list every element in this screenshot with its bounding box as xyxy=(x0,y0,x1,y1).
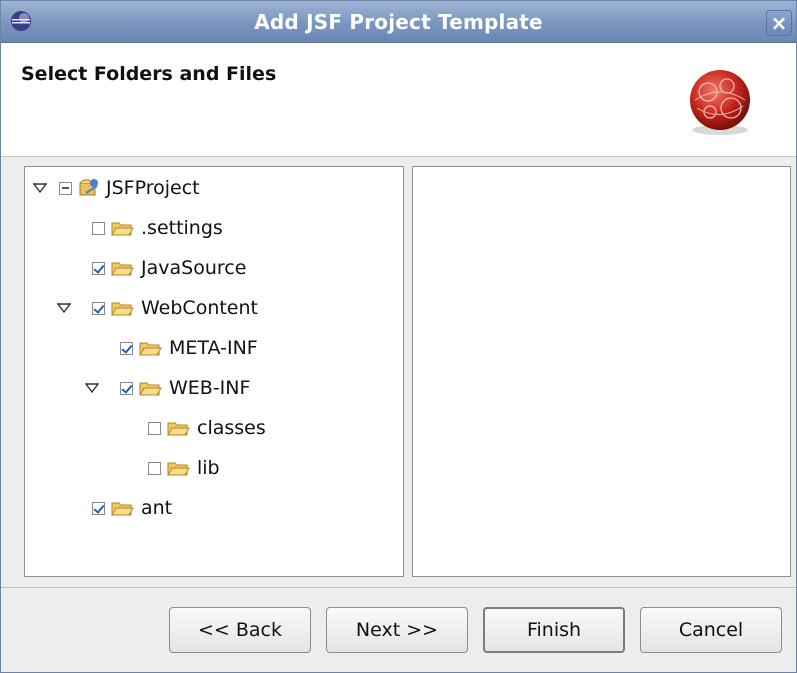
tree-node-settings[interactable]: .settings xyxy=(92,213,223,243)
tree-node-label: .settings xyxy=(141,217,223,239)
tree-node-classes[interactable]: classes xyxy=(148,413,266,443)
checkbox[interactable] xyxy=(120,341,133,355)
tree-node-label: WebContent xyxy=(141,297,258,319)
page-title: Select Folders and Files xyxy=(21,63,277,85)
expanded-triangle-icon[interactable] xyxy=(57,302,71,314)
folder-icon xyxy=(139,382,162,396)
checkbox[interactable] xyxy=(120,381,133,395)
tree-node-label: classes xyxy=(197,417,266,439)
tree-node-web-inf[interactable]: WEB-INF xyxy=(85,373,250,403)
wizard-banner: Select Folders and Files xyxy=(1,43,796,157)
dialog-window: Add JSF Project Template × Select Folder… xyxy=(0,0,797,673)
tri-state-checkbox[interactable] xyxy=(59,181,72,195)
checkbox[interactable] xyxy=(148,421,161,435)
window-title: Add JSF Project Template xyxy=(254,10,543,34)
button-bar-separator xyxy=(1,587,796,588)
folder-icon xyxy=(111,302,134,316)
tree-node-meta-inf[interactable]: META-INF xyxy=(120,333,258,363)
checkbox[interactable] xyxy=(92,501,105,515)
tree-node-root[interactable]: JSFProject xyxy=(33,173,200,203)
tree-node-ant[interactable]: ant xyxy=(92,493,172,523)
back-button[interactable]: << Back xyxy=(169,607,311,653)
folder-icon xyxy=(111,262,134,276)
folder-icon xyxy=(167,422,190,436)
expanded-triangle-icon[interactable] xyxy=(85,382,99,394)
tree-node-label: JSFProject xyxy=(106,177,200,199)
folder-icon xyxy=(111,502,134,516)
folder-icon xyxy=(111,222,134,236)
tree-node-javasource[interactable]: JavaSource xyxy=(92,253,246,283)
checkbox[interactable] xyxy=(92,221,105,235)
checkbox[interactable] xyxy=(148,461,161,475)
close-button[interactable]: × xyxy=(766,10,792,36)
next-button[interactable]: Next >> xyxy=(326,607,468,653)
tree-node-label: META-INF xyxy=(169,337,258,359)
folder-tree[interactable]: JSFProject .settings JavaSource WebConte… xyxy=(24,166,404,577)
tree-node-label: ant xyxy=(141,497,173,519)
checkbox[interactable] xyxy=(92,301,105,315)
tree-node-label: JavaSource xyxy=(141,257,247,279)
tree-node-lib[interactable]: lib xyxy=(148,453,220,483)
expanded-triangle-icon[interactable] xyxy=(33,182,47,194)
tree-node-label: WEB-INF xyxy=(169,377,251,399)
checkbox[interactable] xyxy=(92,261,105,275)
title-bar[interactable]: Add JSF Project Template × xyxy=(1,1,796,43)
folder-icon xyxy=(167,462,190,476)
tree-node-webcontent[interactable]: WebContent xyxy=(57,293,258,323)
finish-button[interactable]: Finish xyxy=(483,607,625,653)
cancel-button[interactable]: Cancel xyxy=(640,607,782,653)
jsf-logo-icon xyxy=(690,70,750,135)
tree-node-label: lib xyxy=(197,457,220,479)
details-panel xyxy=(412,166,791,577)
project-icon xyxy=(79,179,98,196)
folder-icon xyxy=(139,342,162,356)
